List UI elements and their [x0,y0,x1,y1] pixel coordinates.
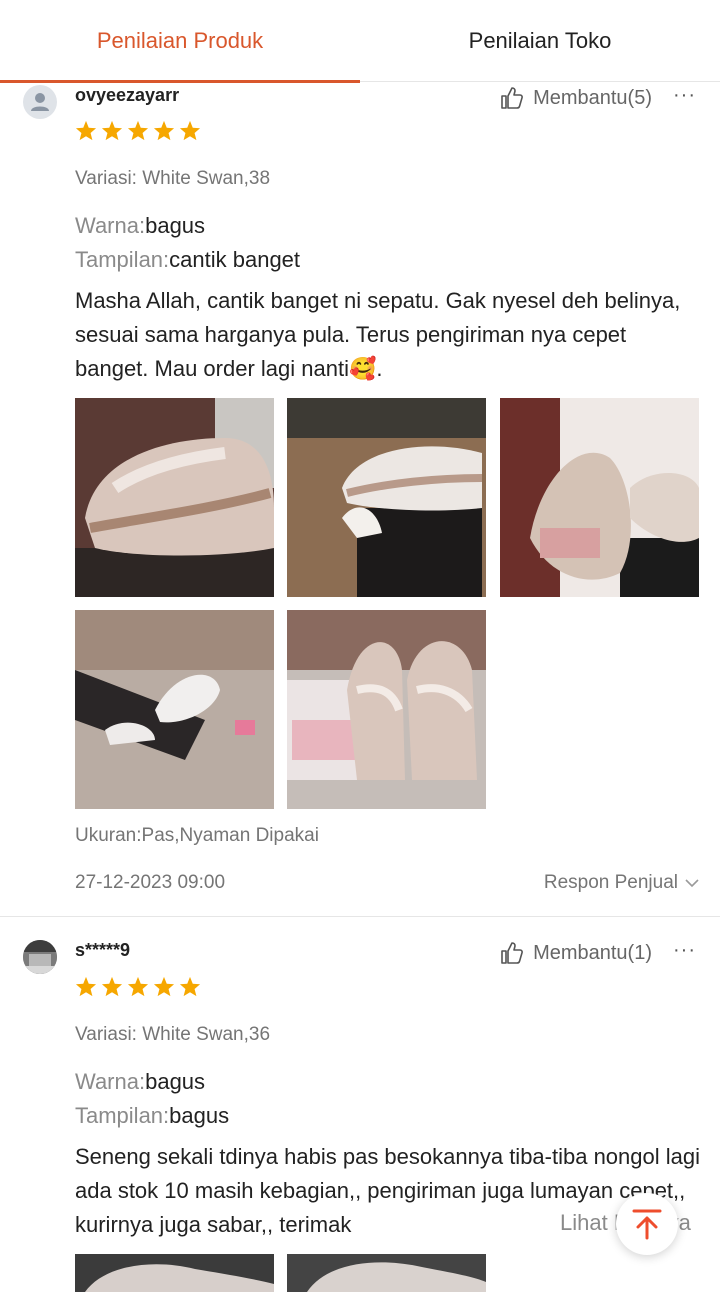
avatar-image [23,940,57,974]
helpful-label: Membantu(1) [533,941,652,964]
review-photos [75,1254,705,1292]
scroll-to-top-button[interactable] [616,1193,678,1255]
star-icon [127,976,149,997]
attribute-appearance: Tampilan:bagus [75,1103,229,1129]
variation-text: Variasi: White Swan,36 [75,1024,271,1045]
attribute-value: bagus [145,1069,206,1094]
star-rating [75,976,201,997]
attribute-value: bagus [169,1103,230,1128]
review-photo[interactable] [75,1254,274,1292]
arrow-up-to-top-icon [632,1209,662,1240]
star-icon [101,976,123,997]
star-icon [153,976,175,997]
reviewer-name: s*****9 [75,940,131,960]
helpful-button[interactable]: Membantu(1) [499,940,652,966]
star-icon [75,976,97,997]
thumbs-up-icon [501,942,523,964]
attribute-key: Tampilan: [75,1103,170,1128]
star-icon [179,976,201,997]
attribute-key: Warna: [75,1069,146,1094]
review-photo[interactable] [287,1254,486,1292]
avatar[interactable] [23,940,57,974]
attribute-color: Warna:bagus [75,1069,205,1095]
review-card: s*****9 Membantu(1) ··· Variasi: White S… [0,0,720,1292]
more-options-button[interactable]: ··· [673,939,696,962]
